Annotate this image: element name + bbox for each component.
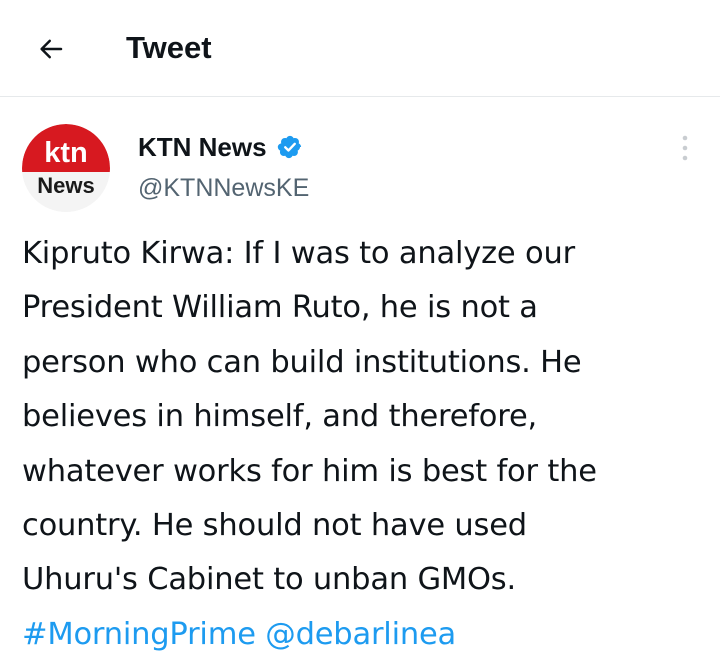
author-name-row[interactable]: KTN News bbox=[138, 130, 303, 164]
svg-text:ktn: ktn bbox=[44, 137, 88, 169]
tweet-text-line: country. He should not have used bbox=[22, 508, 527, 544]
avatar[interactable]: ktn News bbox=[22, 124, 110, 212]
tweet-text-line: Uhuru's Cabinet to unban GMOs. bbox=[22, 562, 516, 598]
back-button[interactable] bbox=[28, 26, 74, 72]
more-options-button[interactable] bbox=[668, 128, 702, 168]
ktn-news-logo: ktn News bbox=[22, 124, 110, 212]
hashtag-link[interactable]: #MorningPrime bbox=[22, 617, 256, 652]
tweet-text-line: President William Ruto, he is not a bbox=[22, 290, 538, 326]
more-vertical-icon bbox=[682, 135, 688, 161]
arrow-left-icon bbox=[40, 39, 63, 59]
tweet-text-line: believes in himself, and therefore, bbox=[22, 399, 537, 435]
mention-link[interactable]: @debarlinea bbox=[265, 617, 456, 652]
tweet-text: Kipruto Kirwa: If I was to analyze our P… bbox=[22, 227, 712, 662]
top-bar: Tweet bbox=[0, 0, 720, 97]
tweet-text-line: whatever works for him is best for the bbox=[22, 453, 597, 489]
tweet-text-line: Kipruto Kirwa: If I was to analyze our bbox=[22, 236, 575, 271]
tweet-text-line: person who can build institutions. He bbox=[22, 344, 582, 380]
author-handle[interactable]: @KTNNewsKE bbox=[138, 172, 309, 204]
verified-badge-icon bbox=[277, 135, 301, 159]
svg-text:News: News bbox=[37, 173, 94, 198]
author-name: KTN News bbox=[138, 132, 267, 162]
page-title: Tweet bbox=[126, 30, 212, 65]
tweet-links-line: #MorningPrime @debarlinea bbox=[22, 608, 712, 662]
